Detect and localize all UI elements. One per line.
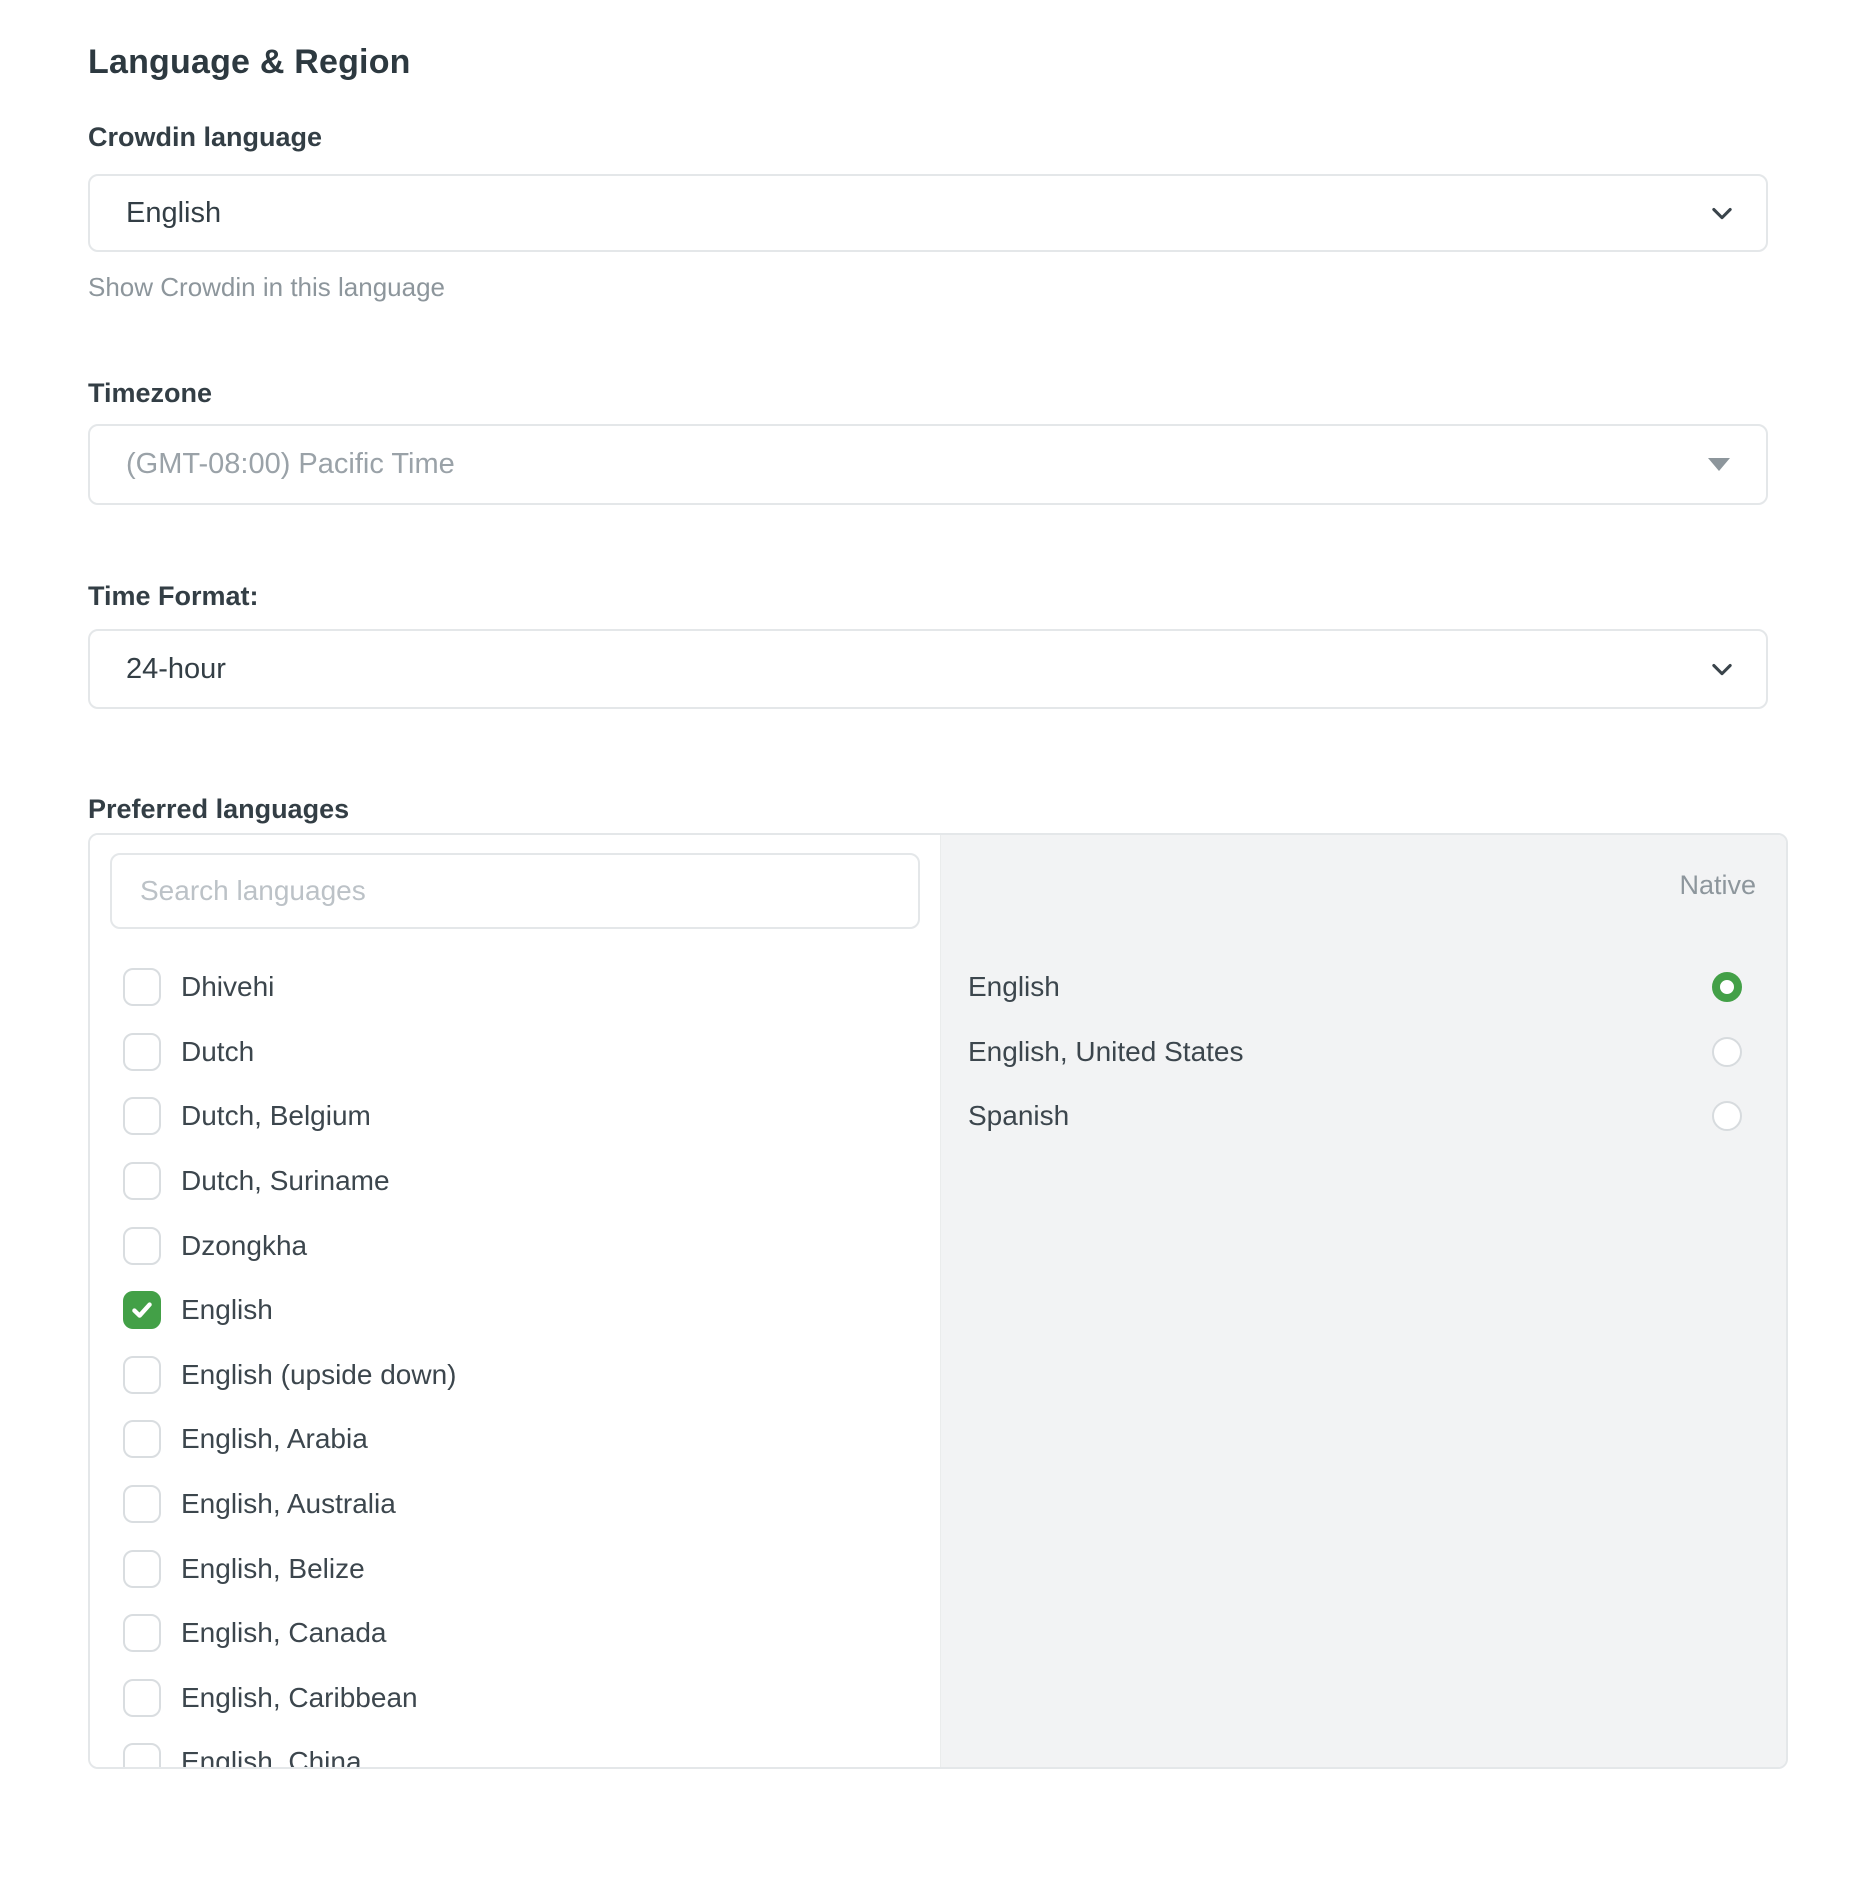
crowdin-language-select[interactable]: English [88, 174, 1768, 252]
language-label: Dutch [181, 1036, 254, 1068]
language-checkbox[interactable] [123, 1420, 161, 1458]
language-checkbox[interactable] [123, 1356, 161, 1394]
native-language-label: English [968, 971, 1060, 1003]
language-label: English, Arabia [181, 1423, 368, 1455]
native-radio[interactable] [1712, 1101, 1742, 1131]
language-label: Dhivehi [181, 971, 274, 1003]
language-checkbox[interactable] [123, 1291, 161, 1329]
crowdin-language-field: Crowdin language English Show Crowdin in… [88, 120, 1788, 302]
language-list-item[interactable]: Dhivehi [90, 955, 940, 1020]
language-checkbox[interactable] [123, 968, 161, 1006]
language-label: English, Canada [181, 1617, 386, 1649]
language-region-settings: Language & Region Crowdin language Engli… [0, 42, 1873, 1769]
timezone-select[interactable]: (GMT-08:00) Pacific Time [88, 424, 1768, 505]
language-list-item[interactable]: Dutch, Belgium [90, 1084, 940, 1149]
time-format-select[interactable]: 24-hour [88, 629, 1768, 709]
language-checkbox[interactable] [123, 1550, 161, 1588]
native-language-item[interactable]: English, United States [941, 1020, 1786, 1085]
native-radio[interactable] [1712, 1037, 1742, 1067]
language-list-item[interactable]: Dutch, Suriname [90, 1149, 940, 1214]
native-column: Native English English, United States Sp… [940, 835, 1786, 1767]
language-list-item[interactable]: English, Arabia [90, 1407, 940, 1472]
native-language-list: English English, United States Spanish [941, 955, 1786, 1149]
language-list-item[interactable]: English, Canada [90, 1601, 940, 1666]
language-checkbox[interactable] [123, 1227, 161, 1265]
page-title: Language & Region [88, 42, 1788, 82]
language-checkbox[interactable] [123, 1033, 161, 1071]
time-format-value: 24-hour [126, 653, 1708, 686]
language-list-item[interactable]: Dutch [90, 1020, 940, 1085]
language-label: English, Australia [181, 1488, 396, 1520]
native-column-header: Native [941, 835, 1786, 955]
crowdin-language-value: English [126, 197, 1708, 230]
time-format-label: Time Format: [88, 579, 1788, 613]
language-label: Dzongkha [181, 1230, 307, 1262]
native-language-item[interactable]: English [941, 955, 1786, 1020]
language-checkbox[interactable] [123, 1743, 161, 1769]
language-list-item[interactable]: English [90, 1278, 940, 1343]
native-language-label: English, United States [968, 1036, 1244, 1068]
crowdin-language-helper: Show Crowdin in this language [88, 272, 1788, 302]
chevron-down-icon [1708, 655, 1736, 683]
preferred-languages-panel: Dhivehi Dutch Dutch, Belgium Dutch, Suri… [88, 833, 1788, 1769]
native-language-item[interactable]: Spanish [941, 1084, 1786, 1149]
language-label: English, Caribbean [181, 1682, 418, 1714]
language-checkbox[interactable] [123, 1162, 161, 1200]
language-list: Dhivehi Dutch Dutch, Belgium Dutch, Suri… [90, 955, 940, 1769]
search-box [110, 853, 920, 929]
time-format-field: Time Format: 24-hour [88, 579, 1788, 709]
language-label: English, Belize [181, 1553, 365, 1585]
language-list-item[interactable]: English (upside down) [90, 1343, 940, 1408]
timezone-value: (GMT-08:00) Pacific Time [126, 448, 1708, 481]
language-label: Dutch, Belgium [181, 1100, 371, 1132]
timezone-label: Timezone [88, 376, 1788, 410]
preferred-languages-label: Preferred languages [88, 793, 1788, 825]
language-label: Dutch, Suriname [181, 1165, 390, 1197]
language-label: English (upside down) [181, 1359, 457, 1391]
language-list-item[interactable]: English, China [90, 1730, 940, 1769]
language-checkbox[interactable] [123, 1097, 161, 1135]
language-list-item[interactable]: English, Australia [90, 1472, 940, 1537]
language-list-item[interactable]: English, Caribbean [90, 1666, 940, 1731]
crowdin-language-label: Crowdin language [88, 120, 1788, 154]
native-language-label: Spanish [968, 1100, 1069, 1132]
language-checkbox[interactable] [123, 1485, 161, 1523]
chevron-down-icon [1708, 199, 1736, 227]
native-radio[interactable] [1712, 972, 1742, 1002]
preferred-languages-field: Preferred languages Dhivehi Dutch [88, 793, 1788, 1769]
caret-down-icon [1708, 458, 1730, 471]
language-label: English, China [181, 1746, 362, 1769]
language-search-column: Dhivehi Dutch Dutch, Belgium Dutch, Suri… [90, 835, 940, 1767]
check-icon [129, 1297, 155, 1323]
search-languages-input[interactable] [110, 853, 920, 929]
language-label: English [181, 1294, 273, 1326]
language-list-item[interactable]: Dzongkha [90, 1213, 940, 1278]
language-list-item[interactable]: English, Belize [90, 1536, 940, 1601]
timezone-field: Timezone (GMT-08:00) Pacific Time [88, 376, 1788, 505]
language-checkbox[interactable] [123, 1614, 161, 1652]
language-checkbox[interactable] [123, 1679, 161, 1717]
